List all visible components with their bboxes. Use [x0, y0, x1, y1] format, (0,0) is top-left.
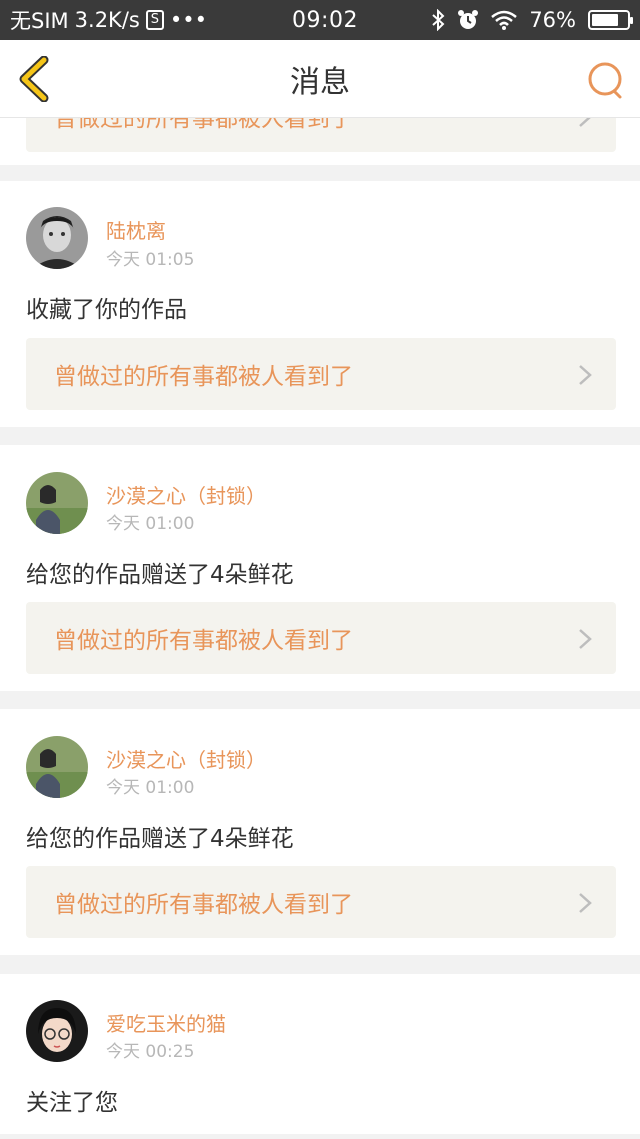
work-title: 曾做过的所有事都被人看到了 — [54, 118, 353, 132]
work-title: 曾做过的所有事都被人看到了 — [54, 628, 353, 654]
list-item: 沙漠之心（封锁） 今天 01:00 给您的作品赠送了4朵鲜花 曾做过的所有事都被… — [0, 709, 640, 955]
message-list[interactable]: 曾做过的所有事都被人看到了 陆枕离 今天 01:05 收藏了你的作品 曾做过的所… — [0, 118, 640, 1139]
user-name[interactable]: 爱吃玉米的猫 — [106, 1008, 226, 1037]
chevron-right-icon — [579, 893, 592, 913]
status-right: 76% — [430, 8, 633, 32]
user-name[interactable]: 陆枕离 — [106, 215, 166, 244]
more-dots-icon: ••• — [169, 8, 208, 32]
alarm-icon — [458, 10, 479, 29]
chevron-right-icon — [579, 365, 592, 385]
status-time: 09:02 — [292, 7, 358, 33]
chevron-right-icon — [579, 629, 592, 649]
user-name[interactable]: 沙漠之心（封锁） — [106, 744, 266, 773]
message-text: 给您的作品赠送了4朵鲜花 — [26, 826, 294, 852]
avatar[interactable] — [26, 472, 88, 534]
avatar[interactable] — [26, 736, 88, 798]
list-item: 沙漠之心（封锁） 今天 01:00 给您的作品赠送了4朵鲜花 曾做过的所有事都被… — [0, 445, 640, 691]
search-button[interactable] — [586, 60, 626, 100]
message-text: 关注了您 — [26, 1090, 118, 1116]
carrier-text: 无SIM — [10, 9, 69, 33]
work-link[interactable]: 曾做过的所有事都被人看到了 — [26, 602, 616, 674]
work-title: 曾做过的所有事都被人看到了 — [54, 892, 353, 918]
battery-icon — [588, 10, 633, 30]
status-bar: 无SIM 3.2K/s S ••• 09:02 76% — [0, 0, 640, 40]
battery-level — [592, 14, 618, 26]
list-item: 陆枕离 今天 01:05 收藏了你的作品 曾做过的所有事都被人看到了 — [0, 181, 640, 427]
work-link[interactable]: 曾做过的所有事都被人看到了 — [26, 338, 616, 410]
message-text: 收藏了你的作品 — [26, 297, 187, 323]
battery-percent: 76% — [529, 8, 576, 32]
chevron-right-icon — [579, 118, 591, 127]
message-time: 今天 01:05 — [106, 250, 195, 270]
chevron-left-icon — [19, 55, 49, 103]
back-button[interactable] — [14, 55, 58, 103]
avatar[interactable] — [26, 1000, 88, 1062]
bluetooth-icon — [432, 9, 445, 31]
sim-icon: S — [145, 10, 164, 30]
list-item: 曾做过的所有事都被人看到了 — [0, 118, 640, 165]
work-link[interactable]: 曾做过的所有事都被人看到了 — [26, 118, 616, 152]
header: 消息 — [0, 40, 640, 118]
avatar[interactable] — [26, 207, 88, 269]
message-time: 今天 01:00 — [106, 514, 195, 534]
message-time: 今天 00:25 — [106, 1042, 195, 1062]
message-text: 给您的作品赠送了4朵鲜花 — [26, 562, 294, 588]
work-title: 曾做过的所有事都被人看到了 — [54, 364, 353, 390]
page-title: 消息 — [290, 64, 350, 100]
user-name[interactable]: 沙漠之心（封锁） — [106, 480, 266, 509]
list-item: 爱吃玉米的猫 今天 00:25 关注了您 — [0, 974, 640, 1134]
wifi-icon — [491, 10, 518, 30]
search-icon — [588, 62, 622, 99]
network-speed: 3.2K/s — [74, 8, 140, 32]
message-time: 今天 01:00 — [106, 778, 195, 798]
work-link[interactable]: 曾做过的所有事都被人看到了 — [26, 866, 616, 938]
